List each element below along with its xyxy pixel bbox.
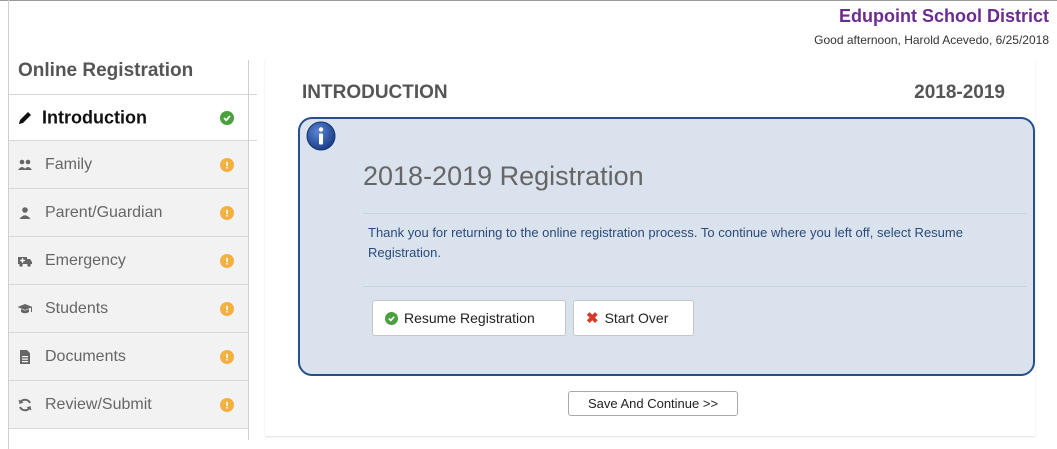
sidebar-item-family[interactable]: Family (9, 142, 248, 189)
content-card: INTRODUCTION 2018-2019 2018-2019 Registr… (265, 60, 1035, 436)
sidebar-item-label: Review/Submit (45, 396, 152, 413)
info-icon (306, 121, 336, 151)
incomplete-alert-icon (220, 206, 234, 220)
sidebar-item-label: Family (45, 156, 93, 173)
divider (363, 213, 1027, 214)
sidebar-item-parent-guardian[interactable]: Parent/Guardian (9, 190, 248, 237)
divider (363, 286, 1027, 287)
graduation-cap-icon (17, 301, 33, 317)
registration-message: Thank you for returning to the online re… (368, 225, 963, 260)
sidebar-item-label: Introduction (42, 107, 147, 127)
info-box: 2018-2019 Registration Thank you for ret… (298, 117, 1035, 376)
users-icon (17, 157, 33, 173)
registration-title: 2018-2019 Registration (363, 161, 644, 191)
frame-top-line (0, 0, 1057, 1)
start-over-button[interactable]: ✖ Start Over (573, 300, 694, 336)
sidebar-item-documents[interactable]: Documents (9, 334, 248, 381)
sidebar-item-students[interactable]: Students (9, 286, 248, 333)
check-circle-icon (385, 311, 398, 325)
sidebar-item-review-submit[interactable]: Review/Submit (9, 382, 248, 429)
start-over-label: Start Over (604, 310, 669, 326)
refresh-icon (17, 397, 33, 413)
incomplete-alert-icon (220, 254, 234, 268)
user-icon (17, 205, 33, 221)
sidebar-nav: Introduction Family Parent/Guardian Emer… (9, 94, 257, 429)
complete-check-icon (220, 110, 234, 125)
document-icon (17, 349, 33, 365)
sidebar-item-emergency[interactable]: Emergency (9, 238, 248, 285)
resume-registration-label: Resume Registration (404, 310, 535, 326)
sidebar-item-label: Documents (45, 348, 126, 365)
resume-registration-button[interactable]: Resume Registration (372, 300, 566, 336)
school-year: 2018-2019 (914, 82, 1005, 103)
sidebar-item-label: Parent/Guardian (45, 204, 163, 221)
incomplete-alert-icon (220, 350, 234, 364)
sidebar-item-introduction[interactable]: Introduction (9, 94, 257, 141)
district-name: Edupoint School District (839, 6, 1049, 26)
incomplete-alert-icon (220, 302, 234, 316)
sidebar-item-label: Students (45, 300, 109, 317)
ambulance-icon (17, 253, 33, 269)
pencil-icon (17, 110, 33, 126)
sidebar-title: Online Registration (18, 60, 194, 81)
registration-page: Edupoint School District Good afternoon,… (0, 0, 1057, 449)
main-panel: INTRODUCTION 2018-2019 2018-2019 Registr… (248, 60, 1048, 440)
x-icon: ✖ (586, 309, 599, 327)
sidebar-item-label: Emergency (45, 252, 126, 269)
save-and-continue-button[interactable]: Save And Continue >> (568, 391, 738, 416)
user-greeting: Good afternoon, Harold Acevedo, 6/25/201… (814, 33, 1049, 47)
section-title: INTRODUCTION (302, 82, 448, 103)
incomplete-alert-icon (220, 398, 234, 412)
incomplete-alert-icon (220, 158, 234, 172)
